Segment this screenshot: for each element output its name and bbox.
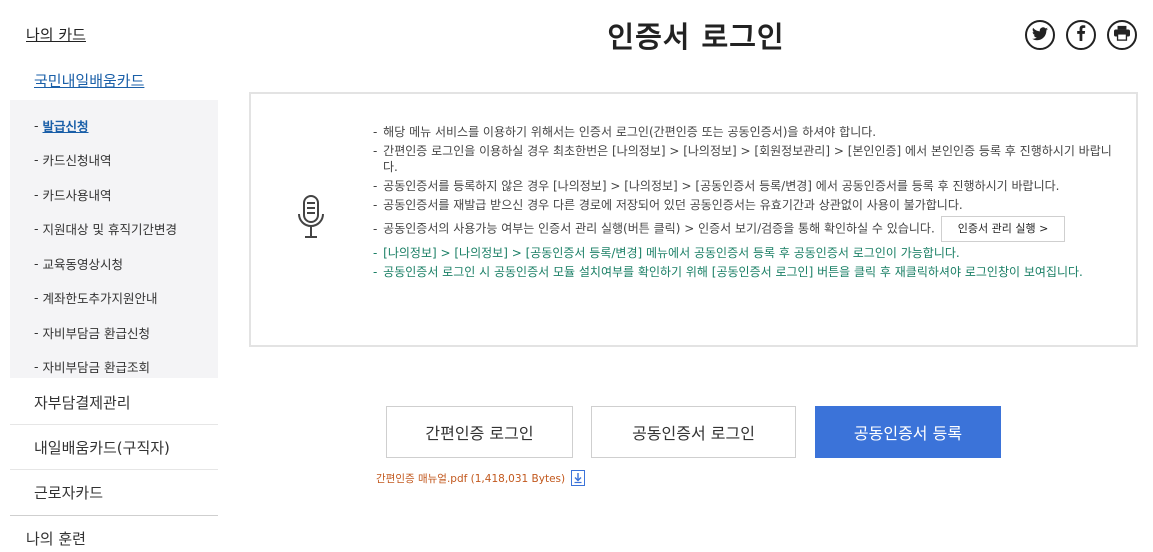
sidebar-item-refund-inquiry[interactable]: - 자비부담금 환급조회	[30, 350, 177, 385]
sidebar-national-card[interactable]: 국민내일배움카드	[34, 70, 144, 91]
sidebar-divider	[10, 515, 218, 516]
sidebar-item-card-usage[interactable]: - 카드사용내역	[30, 177, 177, 212]
notice-item: - 공동인증서의 사용가능 여부는 인증서 관리 실행(버튼 클릭) > 인증서…	[373, 216, 1123, 242]
twitter-icon	[1032, 26, 1048, 45]
notice-item: - 공동인증서를 재발급 받으신 경우 다른 경로에 저장되어 있던 공동인증서…	[373, 198, 963, 212]
sidebar-my-card[interactable]: 나의 카드	[26, 24, 86, 45]
notice-list: - 해당 메뉴 서비스를 이용하기 위해서는 인증서 로그인(간편인증 또는 공…	[373, 124, 1123, 283]
sidebar-submenu: - 발급신청 - 카드신청내역 - 카드사용내역 - 지원대상 및 휴직기간변경…	[30, 108, 177, 384]
sidebar-item-issue-apply[interactable]: - 발급신청	[30, 108, 177, 143]
sidebar-item-worker-card[interactable]: 근로자카드	[10, 470, 218, 515]
cert-register-button[interactable]: 공동인증서 등록	[815, 406, 1001, 458]
manual-download-link[interactable]: 간편인증 매뉴얼.pdf (1,418,031 Bytes)	[376, 470, 586, 486]
manual-label: 간편인증 매뉴얼.pdf (1,418,031 Bytes)	[376, 472, 566, 485]
notice-item: - 간편인증 로그인을 이용하실 경우 최초한번은 [나의정보] > [나의정보…	[373, 144, 1112, 174]
sidebar-item-edu-video[interactable]: - 교육동영상시청	[30, 246, 177, 281]
page-title: 인증서 로그인	[607, 20, 785, 54]
facebook-icon	[1076, 25, 1086, 45]
notice-item: - 공동인증서를 등록하지 않은 경우 [나의정보] > [나의정보] > [공…	[373, 179, 1060, 193]
sidebar-item-account-limit[interactable]: - 계좌한도추가지원안내	[30, 281, 177, 316]
facebook-share-button[interactable]	[1066, 20, 1096, 50]
sidebar-item-card-apply-history[interactable]: - 카드신청내역	[30, 143, 177, 178]
print-button[interactable]	[1107, 20, 1137, 50]
sidebar-item-self-payment[interactable]: 자부담결제관리	[10, 380, 218, 425]
download-icon[interactable]	[571, 470, 586, 486]
sidebar: 나의 카드 국민내일배움카드 - 발급신청 - 카드신청내역 - 카드사용내역 …	[0, 0, 218, 552]
microphone-icon	[295, 194, 327, 246]
simple-login-button[interactable]: 간편인증 로그인	[386, 406, 573, 458]
notice-item: - [나의정보] > [나의정보] > [공동인증서 등록/변경] 메뉴에서 공…	[373, 246, 960, 260]
sidebar-item-jobseeker-card[interactable]: 내일배움카드(구직자)	[10, 425, 218, 470]
print-icon	[1113, 25, 1131, 45]
notice-item: - 해당 메뉴 서비스를 이용하기 위해서는 인증서 로그인(간편인증 또는 공…	[373, 125, 877, 139]
sidebar-item-support-target[interactable]: - 지원대상 및 휴직기간변경	[30, 212, 177, 247]
twitter-share-button[interactable]	[1025, 20, 1055, 50]
sidebar-my-training[interactable]: 나의 훈련	[26, 528, 86, 549]
notice-box: - 해당 메뉴 서비스를 이용하기 위해서는 인증서 로그인(간편인증 또는 공…	[249, 92, 1138, 347]
cert-login-button[interactable]: 공동인증서 로그인	[591, 406, 796, 458]
sidebar-item-refund-apply[interactable]: - 자비부담금 환급신청	[30, 315, 177, 350]
cert-manager-button[interactable]: 인증서 관리 실행 >	[940, 216, 1066, 242]
notice-item: - 공동인증서 로그인 시 공동인증서 모듈 설치여부를 확인하기 위해 [공동…	[373, 265, 1083, 279]
